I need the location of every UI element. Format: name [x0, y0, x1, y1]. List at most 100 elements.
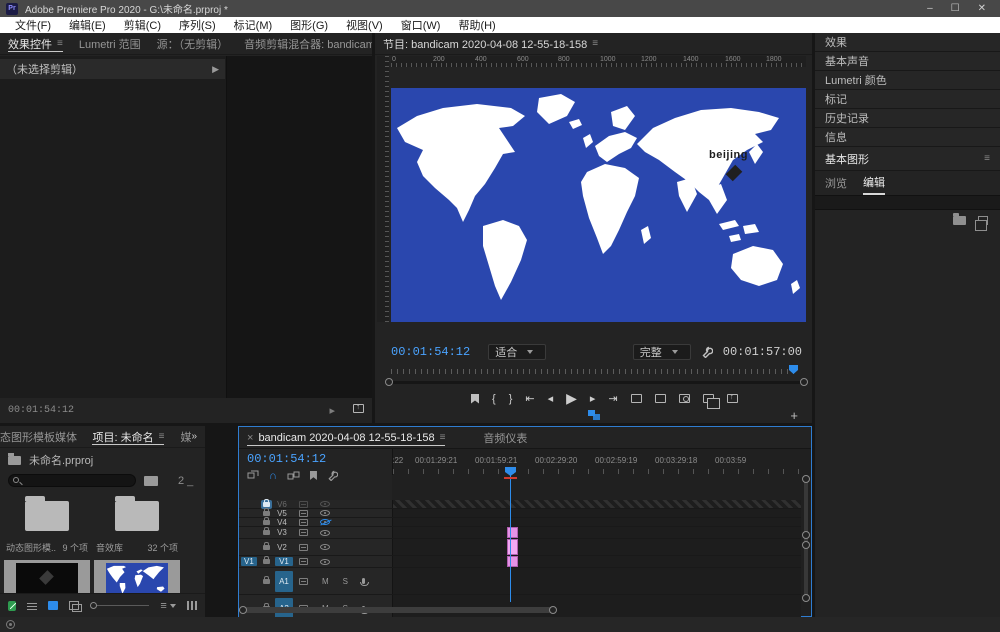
panel-header-history[interactable]: 历史记录 — [815, 109, 1000, 128]
vscroll-knob[interactable] — [802, 475, 810, 483]
source-patch-icon[interactable] — [299, 558, 308, 565]
track-lane-v5[interactable] — [392, 509, 801, 517]
track-lane-v3[interactable] — [392, 527, 801, 538]
minimize-button[interactable]: – — [927, 3, 933, 14]
source-patch-badge-v1[interactable]: V1 — [241, 557, 257, 566]
clip-v3[interactable] — [507, 527, 518, 538]
lock-icon[interactable] — [263, 530, 270, 535]
tab-source-monitor[interactable]: 源：（无剪辑） — [149, 33, 237, 54]
track-lane-a1[interactable] — [392, 568, 801, 594]
track-lane-v6-locked[interactable] — [392, 500, 801, 508]
timeline-vertical-scrollbar[interactable] — [802, 475, 810, 602]
panel-menu-icon[interactable]: ≡ — [57, 38, 63, 49]
source-patch-icon[interactable] — [299, 519, 308, 526]
track-target-a1[interactable]: A1 — [275, 571, 293, 592]
lock-icon[interactable] — [263, 579, 270, 584]
go-to-in-icon[interactable]: ⇤ — [525, 392, 534, 405]
mute-button[interactable]: M — [322, 577, 329, 586]
drag-video-icon[interactable] — [588, 410, 600, 420]
toggle-track-output-icon[interactable] — [320, 544, 330, 550]
vscroll-knob[interactable] — [802, 531, 810, 539]
tab-overflow-icon[interactable]: » — [191, 431, 205, 442]
go-to-out-icon[interactable]: ⇥ — [608, 392, 617, 405]
new-layer-icon[interactable] — [978, 216, 988, 225]
export-icon[interactable] — [727, 394, 738, 403]
program-timecode[interactable]: 00:01:54:12 — [391, 345, 470, 359]
timeline-horizontal-scrollbar[interactable] — [239, 605, 792, 614]
zoom-handle-right[interactable] — [800, 378, 808, 386]
panel-menu-icon[interactable]: ≡ — [592, 38, 598, 49]
export-frame-camera-icon[interactable] — [679, 394, 690, 403]
track-lane-v1[interactable] — [392, 556, 801, 567]
menu-view[interactable]: 视图(V) — [337, 17, 392, 33]
lock-icon[interactable] — [263, 545, 270, 550]
track-lane-v2[interactable] — [392, 539, 801, 555]
settings-wrench-icon[interactable] — [701, 346, 713, 358]
insert-nest-icon[interactable] — [247, 470, 259, 481]
hscroll-handle-left[interactable] — [239, 606, 247, 614]
panel-header-markers[interactable]: 标记 — [815, 90, 1000, 109]
program-scrubber[interactable] — [391, 366, 797, 374]
clip-v2[interactable] — [507, 539, 518, 555]
menu-markers[interactable]: 标记(M) — [225, 17, 282, 33]
vscroll-knob[interactable] — [802, 594, 810, 602]
project-writable-icon[interactable] — [8, 601, 16, 611]
comparison-view-icon[interactable] — [703, 394, 714, 403]
step-back-icon[interactable]: ◂ — [548, 392, 554, 405]
new-group-folder-icon[interactable] — [953, 216, 966, 225]
search-box[interactable] — [8, 474, 136, 487]
toggle-track-output-icon[interactable] — [320, 530, 330, 536]
extract-icon[interactable] — [655, 394, 666, 403]
tab-audio-clip-mixer[interactable]: 音频剪辑混合器: bandicam 2020-04-0 — [236, 33, 372, 54]
tab-project[interactable]: 项目: 未命名≡ — [84, 426, 172, 447]
timeline-playhead-line[interactable] — [510, 467, 511, 602]
lift-icon[interactable] — [631, 394, 642, 403]
menu-graphics[interactable]: 图形(G) — [281, 17, 337, 33]
mark-out-icon[interactable]: } — [509, 393, 513, 405]
zoom-handle-left[interactable] — [385, 378, 393, 386]
search-bin-icon[interactable] — [144, 476, 158, 486]
source-patch-icon[interactable] — [299, 544, 308, 551]
panel-header-essential-graphics[interactable]: 基本图形 ≡ — [815, 147, 1000, 171]
panel-header-lumetri-color[interactable]: Lumetri 颜色 — [815, 71, 1000, 90]
hscroll-handle-right[interactable] — [549, 606, 557, 614]
toggle-track-output-icon[interactable] — [320, 501, 330, 507]
lock-icon[interactable] — [263, 520, 270, 525]
automate-to-sequence-icon[interactable] — [187, 601, 197, 610]
menu-file[interactable]: 文件(F) — [6, 17, 60, 33]
tab-sequence[interactable]: × bandicam 2020-04-08 12-55-18-158 ≡ — [239, 427, 453, 448]
timeline-ruler[interactable]: :59:22 00:01:29:21 00:01:59:21 00:02:29:… — [392, 449, 801, 475]
timeline-settings-wrench-icon[interactable] — [327, 470, 338, 481]
voiceover-mic-icon[interactable] — [362, 578, 365, 584]
toggle-track-output-icon[interactable] — [320, 559, 330, 565]
panel-header-info[interactable]: 信息 — [815, 128, 1000, 147]
zoom-level-select[interactable]: 适合 — [488, 344, 546, 360]
program-playhead[interactable] — [789, 365, 798, 374]
menu-edit[interactable]: 编辑(E) — [60, 17, 115, 33]
maximize-button[interactable]: ☐ — [951, 3, 960, 14]
tab-lumetri-scopes[interactable]: Lumetri 范围 — [71, 33, 149, 54]
source-patch-icon[interactable] — [299, 578, 308, 585]
toggle-track-output-icon[interactable] — [320, 510, 330, 516]
play-around-icon[interactable]: ▸ — [329, 404, 335, 417]
menu-clip[interactable]: 剪辑(C) — [115, 17, 170, 33]
close-tab-icon[interactable]: × — [247, 432, 253, 444]
panel-menu-icon[interactable]: ≡ — [440, 432, 446, 443]
clip-v1[interactable] — [507, 556, 518, 567]
play-icon[interactable]: ▶ — [566, 390, 577, 407]
panel-menu-icon[interactable]: ≡ — [159, 431, 165, 442]
step-forward-icon[interactable]: ▸ — [590, 392, 596, 405]
tab-audio-meters[interactable]: 音频仪表 — [475, 427, 535, 448]
bin-tile-motion-graphics[interactable]: 动态图形模..9 个项 — [4, 495, 90, 554]
thumbnail-zoom-slider[interactable] — [90, 602, 149, 609]
snap-magnet-icon[interactable]: ∩ — [269, 470, 277, 482]
source-patch-icon[interactable] — [299, 501, 308, 508]
linked-selection-icon[interactable] — [287, 471, 300, 481]
tab-browse[interactable]: 浏览 — [825, 172, 847, 194]
freeform-view-icon[interactable] — [69, 601, 79, 610]
list-view-icon[interactable] — [27, 601, 36, 610]
panel-header-effects[interactable]: 效果 — [815, 33, 1000, 52]
menu-window[interactable]: 窗口(W) — [392, 17, 450, 33]
add-marker-icon[interactable] — [471, 394, 479, 404]
button-editor-plus-icon[interactable]: + — [790, 408, 798, 423]
